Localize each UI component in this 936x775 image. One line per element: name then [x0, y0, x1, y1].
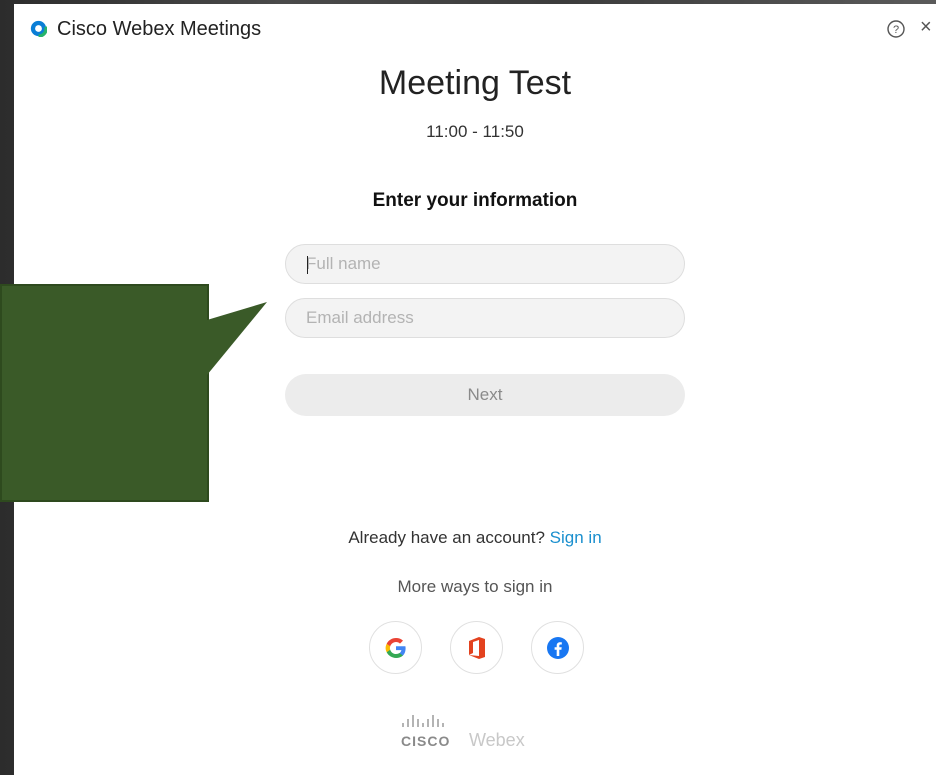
svg-text:?: ?	[893, 24, 899, 36]
svg-text:CISCO: CISCO	[401, 733, 450, 749]
meeting-title: Meeting Test	[378, 64, 572, 102]
title-bar: Cisco Webex Meetings ? ×	[14, 4, 936, 50]
text-cursor	[307, 256, 308, 274]
facebook-icon	[546, 636, 569, 659]
cisco-logo-icon: CISCO Webex	[401, 715, 525, 750]
account-prompt-text: Already have an account?	[348, 528, 545, 547]
full-name-input[interactable]	[285, 244, 685, 284]
callout-pointer	[207, 302, 267, 375]
more-ways-label: More ways to sign in	[397, 577, 553, 596]
window-title: Cisco Webex Meetings	[57, 18, 262, 40]
office-icon	[468, 636, 485, 659]
facebook-sign-in-button[interactable]	[531, 621, 584, 674]
google-icon	[385, 637, 406, 658]
webex-logo-icon	[30, 20, 47, 37]
callout-line-1: address.	[774, 344, 898, 377]
callout-box	[0, 284, 209, 502]
svg-text:Webex: Webex	[469, 730, 525, 750]
email-input[interactable]	[285, 298, 685, 338]
cisco-webex-brand: CISCO Webex	[401, 709, 551, 756]
callout-line-2: filiation)	[781, 455, 898, 488]
office-sign-in-button[interactable]	[450, 621, 503, 674]
close-icon[interactable]: ×	[920, 17, 932, 37]
sign-in-link[interactable]: Sign in	[550, 528, 602, 547]
help-icon[interactable]: ?	[886, 19, 906, 39]
account-prompt: Already have an account? Sign in	[14, 528, 936, 548]
form-heading: Enter your information	[372, 190, 578, 211]
next-button[interactable]: Next	[285, 374, 685, 416]
meeting-time: 11:00 - 11:50	[426, 122, 524, 141]
google-sign-in-button[interactable]	[369, 621, 422, 674]
